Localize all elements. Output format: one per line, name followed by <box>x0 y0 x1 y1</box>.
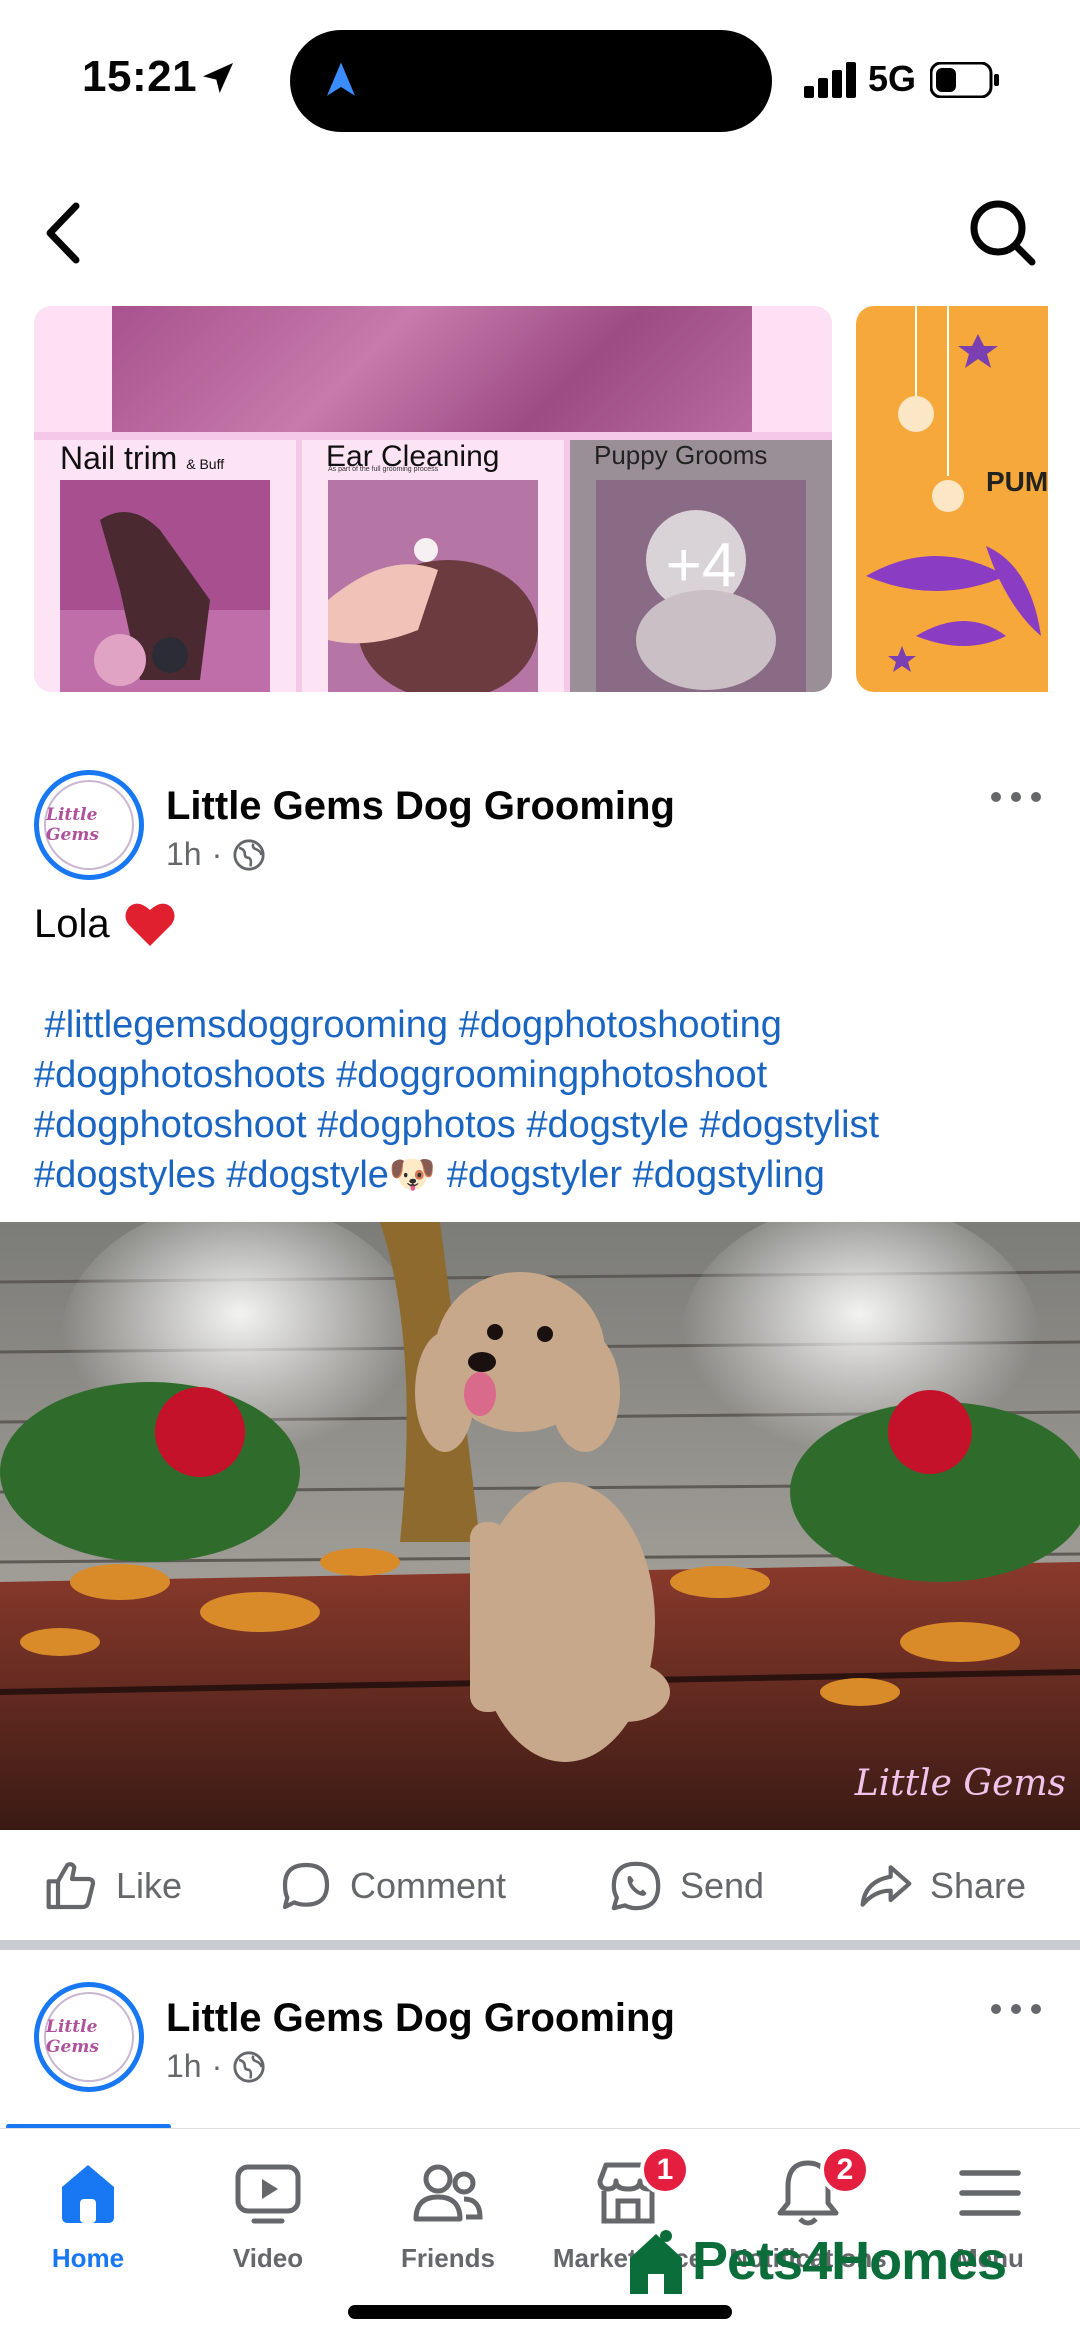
status-bar: 15:21 5G <box>0 0 1080 160</box>
post-hashtags: #littlegemsdoggrooming #dogphotoshooting… <box>34 1000 1054 1200</box>
battery-icon <box>930 62 999 98</box>
more-options-button[interactable] <box>986 1994 1046 2024</box>
navigation-app-icon <box>327 62 355 96</box>
album-tiles: Nail trim & Buff Ear Cleaning As part of… <box>34 440 832 692</box>
pets4homes-watermark: Pets4Homes <box>626 2226 1007 2296</box>
post-meta: 1h · <box>166 836 266 873</box>
signal-icon <box>804 62 856 98</box>
caption-text: Lola <box>34 901 110 946</box>
back-button[interactable] <box>40 200 90 266</box>
share-icon <box>860 1865 912 1907</box>
post-photo[interactable]: Little Gems <box>0 1222 1080 1830</box>
more-options-button[interactable] <box>986 782 1046 812</box>
dog-photo <box>0 1222 1080 1830</box>
album-header-image <box>34 306 832 432</box>
post-time: 1h <box>166 2048 202 2084</box>
home-indicator <box>348 2305 732 2319</box>
photo-album-card[interactable]: Nail trim & Buff Ear Cleaning As part of… <box>34 306 832 692</box>
album-tile-subtitle: As part of the full grooming process <box>328 466 439 473</box>
comment-icon <box>282 1862 330 1910</box>
post-author[interactable]: Little Gems Dog Grooming <box>166 784 675 829</box>
next-album-card[interactable]: PUM <box>856 306 1048 692</box>
like-button[interactable]: Like <box>44 1858 182 1914</box>
video-icon <box>235 2164 301 2224</box>
post-time: 1h <box>166 836 202 872</box>
share-button[interactable]: Share <box>858 1858 1026 1914</box>
next-album-title: PUM <box>986 466 1048 497</box>
avatar-logo: Little Gems <box>44 1992 134 2082</box>
search-button[interactable] <box>968 198 1038 268</box>
photo-watermark: Little Gems <box>854 1763 1066 1804</box>
nail-trim-photo <box>60 480 270 692</box>
more-photos-count: +4 <box>665 531 737 600</box>
avatar[interactable]: Little Gems <box>34 770 144 880</box>
whatsapp-icon <box>611 1861 661 1911</box>
send-button[interactable]: Send <box>608 1858 764 1914</box>
hashtag-line[interactable]: #littlegemsdoggrooming #dogphotoshooting <box>34 1000 1054 1050</box>
avatar-logo: Little Gems <box>44 780 134 870</box>
home-icon <box>62 2165 114 2223</box>
pets4homes-text: Pets4Homes <box>692 2231 1007 2291</box>
comment-label: Comment <box>350 1865 507 1906</box>
pets4homes-logo-icon <box>630 2230 682 2294</box>
album-tile-puppy-grooms[interactable]: Puppy Grooms +4 <box>570 440 832 692</box>
like-label: Like <box>116 1865 183 1906</box>
tab-label: Video <box>232 2243 304 2273</box>
post-divider <box>0 1940 1080 1950</box>
menu-icon <box>959 2170 1021 2216</box>
notification-badge: 2 <box>820 2145 870 2195</box>
notification-badge: 1 <box>640 2145 690 2195</box>
globe-icon <box>233 838 265 871</box>
hashtag-line[interactable]: #dogstyles #dogstyle🐶 #dogstyler #dogsty… <box>34 1150 1054 1200</box>
album-tile-title: Nail trim & Buff <box>60 440 225 476</box>
globe-icon <box>233 2050 265 2083</box>
tab-label: Friends <box>401 2243 495 2273</box>
album-header-photo <box>112 306 752 432</box>
like-icon <box>46 1862 96 1910</box>
avatar[interactable]: Little Gems <box>34 1982 144 2092</box>
tab-label: Home <box>51 2243 125 2273</box>
album-tile-ear-cleaning[interactable]: Ear Cleaning As part of the full groomin… <box>302 440 564 692</box>
meta-separator: · <box>211 2048 223 2084</box>
post-meta: 1h · <box>166 2048 266 2085</box>
tab-friends[interactable]: Friends <box>358 2129 538 2289</box>
status-time: 15:21 <box>82 52 198 101</box>
halloween-decoration <box>866 306 1041 672</box>
network-type: 5G <box>868 58 917 99</box>
hashtag-line[interactable]: #dogphotoshoot #dogphotos #dogstyle #dog… <box>34 1100 1054 1150</box>
post-actions: Like Comment Send Share <box>0 1830 1080 1942</box>
comment-button[interactable]: Comment <box>278 1858 506 1914</box>
post-header: Little Gems Little Gems Dog Grooming 1h … <box>34 770 1046 890</box>
post-header: Little Gems Little Gems Dog Grooming 1h … <box>34 1982 1046 2102</box>
dynamic-island <box>290 30 772 132</box>
post-caption: Lola ❤️ <box>34 900 176 948</box>
share-label: Share <box>930 1865 1027 1906</box>
red-heart-emoji <box>125 903 175 946</box>
album-tile-title: Puppy Grooms <box>594 440 768 470</box>
location-arrow-icon <box>203 63 233 93</box>
post-author[interactable]: Little Gems Dog Grooming <box>166 1996 675 2041</box>
friends-icon <box>413 2164 483 2222</box>
hashtag-line[interactable]: #dogphotoshoots #doggroomingphotoshoot <box>34 1050 1054 1100</box>
send-label: Send <box>680 1865 765 1906</box>
meta-separator: · <box>211 836 223 872</box>
tab-video[interactable]: Video <box>178 2129 358 2289</box>
ear-cleaning-photo <box>328 480 538 692</box>
album-tile-nail-trim[interactable]: Nail trim & Buff <box>34 440 296 692</box>
tab-home[interactable]: Home <box>0 2129 178 2289</box>
